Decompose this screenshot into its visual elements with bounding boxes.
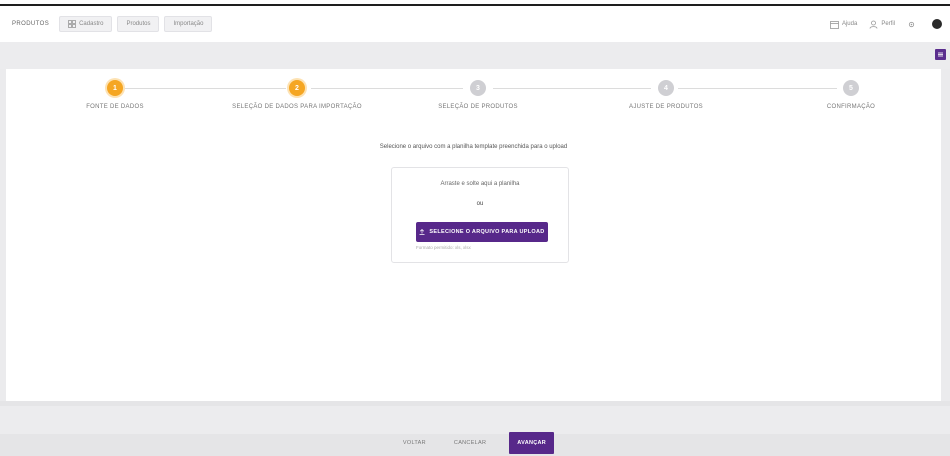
breadcrumb-item-importacao[interactable]: Importação	[164, 16, 213, 32]
wizard-stepper: 1 FONTE DE DADOS 2 SELEÇÃO DE DADOS PARA…	[6, 69, 941, 129]
step-number: 3	[470, 80, 486, 96]
gear-icon	[908, 21, 915, 27]
cancel-button[interactable]: CANCELAR	[447, 435, 493, 452]
step-number: 1	[107, 80, 123, 96]
step-number: 5	[843, 80, 859, 96]
breadcrumb-item-produtos[interactable]: Produtos	[117, 16, 160, 32]
footer-inner-band	[0, 406, 950, 434]
profile-button-label: Perfil	[881, 21, 895, 27]
step-label: FONTE DE DADOS	[86, 104, 144, 110]
breadcrumb-label: Produtos	[126, 21, 151, 27]
sub-toolbar	[0, 42, 950, 69]
calendar-icon	[830, 20, 839, 29]
panel-toggle-button[interactable]	[935, 49, 946, 60]
app-header: PRODUTOS Cadastro Produtos Importação Aj…	[0, 6, 950, 42]
help-button[interactable]: Ajuda	[830, 20, 857, 29]
grid-icon	[68, 20, 76, 28]
step-label: AJUSTE DE PRODUTOS	[629, 104, 703, 110]
step-fonte-de-dados[interactable]: 1 FONTE DE DADOS	[40, 80, 190, 110]
wizard-actions: VOLTAR CANCELAR AVANÇAR	[0, 432, 950, 454]
upload-dropzone[interactable]: Arraste e solte aqui a planilha ou SELEC…	[391, 167, 569, 263]
breadcrumb: Cadastro Produtos Importação	[59, 16, 217, 32]
user-icon	[869, 20, 878, 29]
step-number: 2	[289, 80, 305, 96]
select-file-label: SELECIONE O ARQUIVO PARA UPLOAD	[429, 229, 545, 235]
header-actions: Ajuda Perfil	[830, 6, 950, 42]
dropzone-text: Arraste e solte aqui a planilha	[440, 181, 520, 187]
menu-icon	[938, 52, 943, 57]
step-ajuste-produtos[interactable]: 4 AJUSTE DE PRODUTOS	[591, 80, 741, 110]
step-label: CONFIRMAÇÃO	[826, 104, 876, 110]
settings-button[interactable]	[907, 20, 916, 29]
main-card: 1 FONTE DE DADOS 2 SELEÇÃO DE DADOS PARA…	[6, 69, 941, 401]
upload-instruction: Selecione o arquivo com a planilha templ…	[379, 144, 568, 150]
breadcrumb-item-cadastro[interactable]: Cadastro	[59, 16, 113, 32]
step-selecao-dados[interactable]: 2 SELEÇÃO DE DADOS PARA IMPORTAÇÃO	[222, 80, 372, 110]
upload-icon	[419, 229, 425, 235]
step-label: SELEÇÃO DE PRODUTOS	[438, 104, 518, 110]
step-label: SELEÇÃO DE DADOS PARA IMPORTAÇÃO	[232, 104, 362, 110]
breadcrumb-label: Cadastro	[79, 21, 104, 27]
step-confirmacao[interactable]: 5 CONFIRMAÇÃO	[776, 80, 926, 110]
help-button-label: Ajuda	[841, 21, 858, 27]
file-format-hint: Formato permitido: xls, xlsx	[416, 245, 471, 250]
step-number: 4	[658, 80, 674, 96]
profile-button[interactable]: Perfil	[869, 20, 895, 29]
select-file-button[interactable]: SELECIONE O ARQUIVO PARA UPLOAD	[416, 222, 548, 242]
next-button[interactable]: AVANÇAR	[509, 432, 555, 454]
dropzone-or: ou	[476, 201, 484, 207]
app-brand: PRODUTOS	[12, 21, 50, 27]
back-button[interactable]: VOLTAR	[396, 435, 433, 452]
breadcrumb-label: Importação	[173, 21, 204, 27]
avatar[interactable]	[932, 19, 942, 29]
step-selecao-produtos[interactable]: 3 SELEÇÃO DE PRODUTOS	[403, 80, 553, 110]
